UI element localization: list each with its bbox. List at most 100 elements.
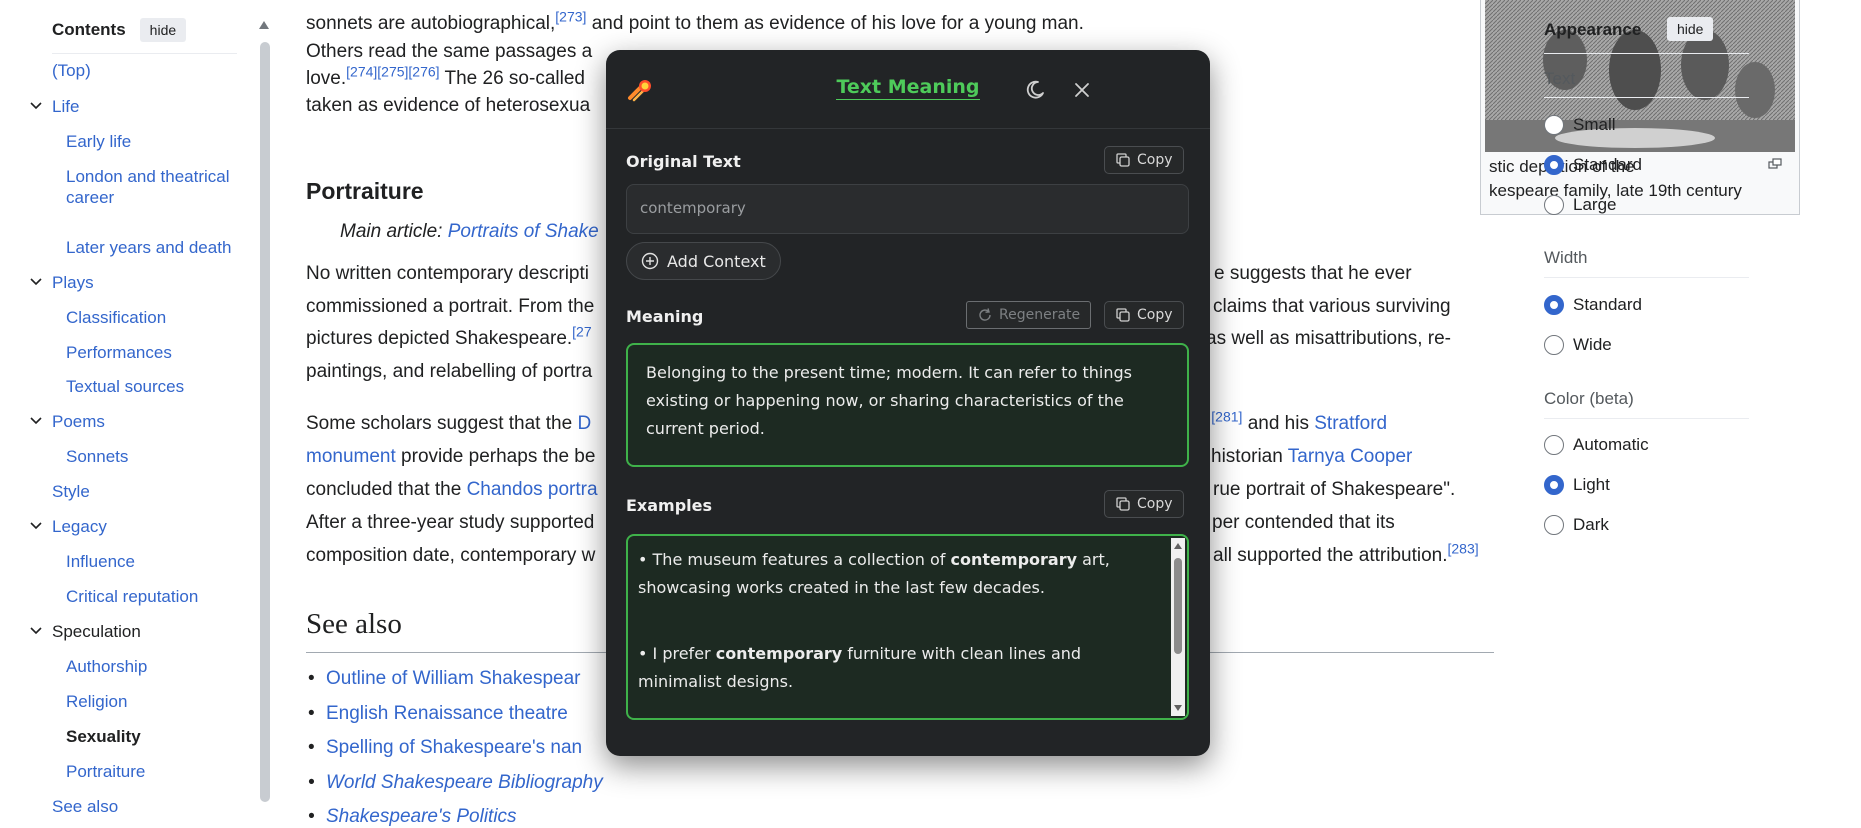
toc-scroll-thumb[interactable] <box>260 42 270 802</box>
chevron-down-icon[interactable] <box>30 416 42 428</box>
radio-label: Light <box>1573 475 1610 494</box>
main-article-link[interactable]: Portraits of Shake <box>448 221 599 242</box>
toc-item[interactable]: Influence <box>66 551 135 572</box>
chandos-portrait-link[interactable]: Chandos portra <box>467 479 598 500</box>
popup-title: Text Meaning <box>836 76 980 100</box>
radio-button[interactable] <box>1544 295 1564 315</box>
toc-item[interactable]: London and theatrical career <box>66 166 230 208</box>
citation-link[interactable]: [27 <box>572 324 591 340</box>
copy-examples-button[interactable]: Copy <box>1104 490 1184 518</box>
radio-button[interactable] <box>1544 155 1564 175</box>
appearance-divider <box>1544 277 1749 278</box>
article-line: taken as evidence of heterosexua <box>306 95 591 116</box>
tarnya-cooper-link[interactable]: Tarnya Cooper <box>1288 446 1413 467</box>
toc-item[interactable]: Style <box>52 481 90 502</box>
article-line: pictures depicted Shakespeare.[27 <box>306 323 592 349</box>
toc-item[interactable]: Performances <box>66 342 172 363</box>
article-line: all supported the attribution.[283] <box>1213 540 1479 566</box>
see-also-link[interactable]: Outline of William Shakespear <box>308 668 580 690</box>
chevron-down-icon[interactable] <box>30 277 42 289</box>
radio-label: Standard <box>1573 295 1642 314</box>
radio-button[interactable] <box>1544 435 1564 455</box>
copy-meaning-button[interactable]: Copy <box>1104 301 1184 329</box>
monument-link[interactable]: monument <box>306 446 396 467</box>
toc-item[interactable]: Authorship <box>66 656 147 677</box>
toc-item[interactable]: See also <box>52 796 118 817</box>
original-text-field[interactable]: contemporary <box>626 184 1189 234</box>
radio-label: Small <box>1573 115 1616 134</box>
radio-option[interactable]: Standard <box>1544 295 1642 315</box>
radio-button[interactable] <box>1544 115 1564 135</box>
chevron-down-icon[interactable] <box>30 626 42 638</box>
radio-option[interactable]: Automatic <box>1544 435 1649 455</box>
toc-item[interactable]: Legacy <box>52 516 107 537</box>
toc-item[interactable]: Poems <box>52 411 105 432</box>
toc-item[interactable]: Textual sources <box>66 376 184 397</box>
toc-item[interactable]: Portraiture <box>66 761 145 782</box>
citation-link[interactable]: [274][275][276] <box>346 64 439 80</box>
toc-item[interactable]: Critical reputation <box>66 586 198 607</box>
radio-button[interactable] <box>1544 515 1564 535</box>
toc-item[interactable]: Sonnets <box>66 446 128 467</box>
meaning-label: Meaning <box>626 307 704 326</box>
radio-label: Automatic <box>1573 435 1649 454</box>
scroll-down-arrow-icon[interactable] <box>1173 703 1183 713</box>
toc-item[interactable]: Sexuality <box>66 726 141 747</box>
examples-list: • The museum features a collection of co… <box>638 546 1159 696</box>
add-context-button[interactable]: Add Context <box>626 242 781 280</box>
citation-link[interactable]: [281] <box>1211 409 1242 425</box>
toc-item[interactable]: Early life <box>66 131 131 152</box>
meaning-box: Belonging to the present time; modern. I… <box>626 343 1189 467</box>
see-also-link[interactable]: Shakespeare's Politics <box>308 806 517 828</box>
color-label: Color (beta) <box>1544 389 1634 408</box>
radio-option[interactable]: Small <box>1544 115 1616 135</box>
toc-hide-button[interactable]: hide <box>139 18 187 42</box>
radio-button[interactable] <box>1544 335 1564 355</box>
article-line: claims that various surviving <box>1213 296 1451 317</box>
article-line: ,[281] and his Stratford <box>1206 408 1388 434</box>
article-line: as well as misattributions, re- <box>1206 328 1451 349</box>
highlighted-word: contemporary <box>950 550 1078 569</box>
radio-option[interactable]: Light <box>1544 475 1610 495</box>
article-line: concluded that the Chandos portra <box>306 479 598 500</box>
radio-option[interactable]: Dark <box>1544 515 1609 535</box>
chevron-down-icon[interactable] <box>30 101 42 113</box>
radio-option[interactable]: Wide <box>1544 335 1612 355</box>
toc-item[interactable]: Religion <box>66 691 127 712</box>
article-line: After a three-year study supported <box>306 512 595 533</box>
appearance-divider <box>1544 97 1749 98</box>
close-icon[interactable] <box>1070 78 1094 102</box>
see-also-link[interactable]: World Shakespeare Bibliography <box>308 772 603 794</box>
citation-link[interactable]: [273] <box>555 9 586 25</box>
toc-item[interactable]: Speculation <box>52 621 141 642</box>
see-also-link[interactable]: English Renaissance theatre <box>308 703 568 725</box>
radio-button[interactable] <box>1544 475 1564 495</box>
moon-icon[interactable] <box>1023 78 1047 102</box>
examples-scrollbar[interactable] <box>1171 538 1185 716</box>
regenerate-button[interactable]: Regenerate <box>966 301 1092 329</box>
article-line: e suggests that he ever <box>1214 263 1412 284</box>
examples-box[interactable]: • The museum features a collection of co… <box>626 534 1189 720</box>
article-link[interactable]: D <box>577 413 591 434</box>
text-meaning-popup: Text Meaning Original Text Copy contempo… <box>606 50 1210 756</box>
radio-label: Wide <box>1573 335 1612 354</box>
toc-item[interactable]: (Top) <box>52 60 91 81</box>
stratford-link[interactable]: Stratford <box>1314 413 1387 434</box>
chevron-down-icon[interactable] <box>30 521 42 533</box>
scroll-up-arrow-icon[interactable] <box>1173 541 1183 551</box>
toc-item[interactable]: Classification <box>66 307 166 328</box>
toc-scrollbar[interactable] <box>258 18 270 826</box>
radio-option[interactable]: Large <box>1544 195 1616 215</box>
citation-link[interactable]: [283] <box>1448 541 1479 557</box>
copy-original-button[interactable]: Copy <box>1104 146 1184 174</box>
radio-option[interactable]: Standard <box>1544 155 1642 175</box>
scroll-up-arrow-icon[interactable] <box>258 20 270 30</box>
examples-scroll-thumb[interactable] <box>1174 558 1182 654</box>
appearance-hide-button[interactable]: hide <box>1667 17 1714 41</box>
toc-item[interactable]: Later years and death <box>66 237 231 258</box>
radio-button[interactable] <box>1544 195 1564 215</box>
toc-item[interactable]: Life <box>52 96 79 117</box>
expand-figure-icon[interactable] <box>1768 158 1782 170</box>
see-also-link[interactable]: Spelling of Shakespeare's nan <box>308 737 582 759</box>
toc-item[interactable]: Plays <box>52 272 94 293</box>
